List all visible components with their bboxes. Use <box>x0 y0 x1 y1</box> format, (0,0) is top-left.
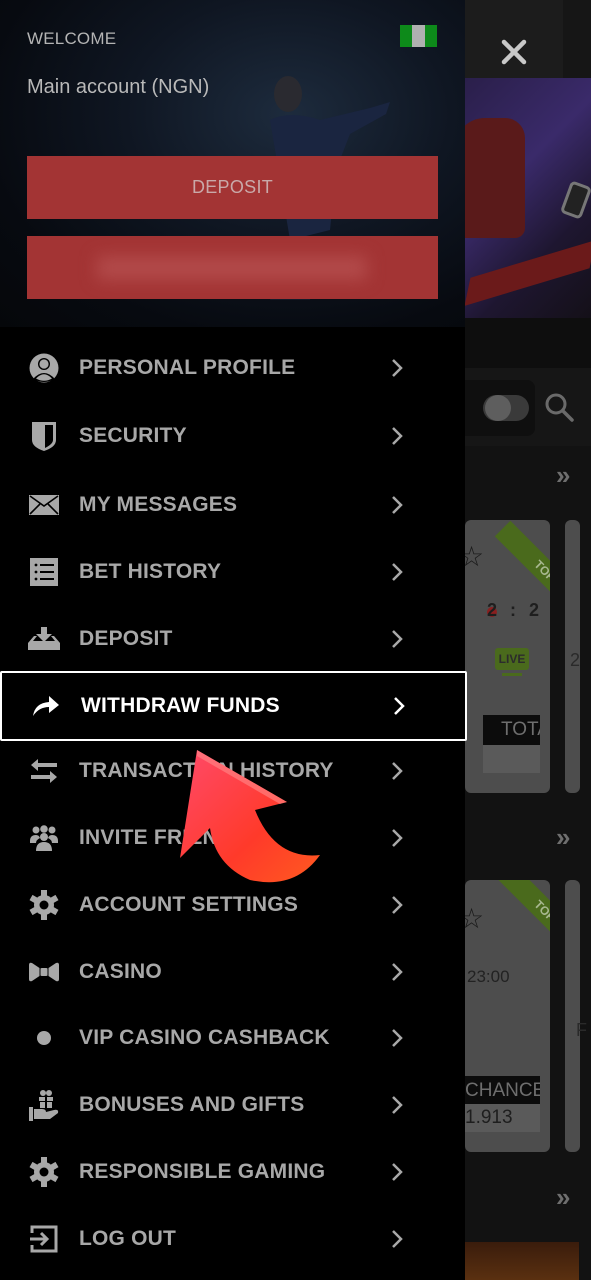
event-card-partial[interactable] <box>565 880 580 1152</box>
chevron-right-icon <box>392 762 403 780</box>
menu-item-label: LOG OUT <box>79 1227 177 1250</box>
menu-item-label: TRANSACTION HISTORY <box>79 759 334 782</box>
chevron-right-icon <box>392 359 403 377</box>
chevron-right-icon <box>392 427 403 445</box>
market-odds[interactable]: 1.913 <box>465 1104 540 1132</box>
event-time: 23:00 <box>467 967 510 986</box>
see-all-arrow-icon[interactable]: » <box>556 1184 586 1210</box>
banner-watch-image <box>559 180 591 220</box>
toggle-knob <box>485 395 511 421</box>
event-card[interactable]: TOP ☆ 2 : 2 LIVE TOTA <box>465 520 550 793</box>
chevron-right-icon <box>392 896 403 914</box>
blurred-label <box>97 256 367 280</box>
casino-game-thumbnail[interactable] <box>465 1242 579 1280</box>
menu-item-label: CASINO <box>79 960 162 983</box>
menu-item-label: RESPONSIBLE GAMING <box>79 1160 326 1183</box>
list-icon <box>27 555 61 589</box>
gear-icon <box>27 1155 61 1189</box>
chevron-right-icon <box>392 630 403 648</box>
menu-item-bet-history[interactable]: BET HISTORY <box>0 539 465 605</box>
chevron-right-icon <box>392 829 403 847</box>
group-icon <box>27 821 61 855</box>
menu-item-casino[interactable]: CASINO <box>0 939 465 1005</box>
view-toggle[interactable] <box>483 395 529 421</box>
favorite-star-icon[interactable]: ☆ <box>465 540 484 573</box>
gear-icon <box>27 888 61 922</box>
menu-item-label: SECURITY <box>79 424 187 447</box>
logout-icon <box>27 1222 61 1256</box>
menu-item-bonuses-and-gifts[interactable]: BONUSES AND GIFTS <box>0 1072 465 1138</box>
welcome-label: WELCOME <box>27 29 117 48</box>
menu-item-label: MY MESSAGES <box>79 493 238 516</box>
event-card[interactable]: TOP ☆ 23:00 CHANCE 1.913 <box>465 880 550 1152</box>
chevron-right-icon <box>392 1230 403 1248</box>
menu-item-label: PERSONAL PROFILE <box>79 356 296 379</box>
dot-icon <box>27 1021 61 1055</box>
partial-card-text: F <box>576 1020 587 1040</box>
see-all-arrow-icon[interactable]: » <box>556 824 586 850</box>
menu-item-transaction-history[interactable]: TRANSACTION HISTORY <box>0 738 465 804</box>
menu-item-withdraw-funds[interactable]: WITHDRAW FUNDS <box>0 671 467 741</box>
menu-item-account-settings[interactable]: ACCOUNT SETTINGS <box>0 872 465 938</box>
score: 2 : 2 <box>487 600 544 620</box>
account-drawer: WELCOME Main account (NGN) DEPOSIT PERSO… <box>0 0 467 1280</box>
menu-item-responsible-gaming[interactable]: RESPONSIBLE GAMING <box>0 1139 465 1205</box>
close-icon <box>501 39 527 65</box>
bow-tie-icon <box>27 955 61 989</box>
menu-item-invite-friends[interactable]: INVITE FRIENDS <box>0 805 465 871</box>
market-header: TOTA <box>483 715 540 745</box>
chevron-right-icon <box>394 697 405 715</box>
swap-arrows-icon <box>27 754 61 788</box>
chevron-right-icon <box>392 496 403 514</box>
blurred-button[interactable] <box>27 236 438 299</box>
deposit-button[interactable]: DEPOSIT <box>27 156 438 219</box>
nigeria-flag-icon[interactable] <box>400 25 437 47</box>
menu-item-label: DEPOSIT <box>79 627 173 650</box>
market-odds[interactable] <box>483 745 540 773</box>
user-icon <box>27 351 61 385</box>
share-arrow-icon <box>29 689 63 723</box>
drawer-header: WELCOME Main account (NGN) DEPOSIT <box>0 0 465 327</box>
menu-item-label: VIP CASINO CASHBACK <box>79 1026 330 1049</box>
partial-card-text: 2 <box>570 650 581 670</box>
search-button[interactable] <box>542 390 576 424</box>
account-label: Main account (NGN) <box>27 76 210 98</box>
menu-item-log-out[interactable]: LOG OUT <box>0 1206 465 1272</box>
menu-item-security[interactable]: SECURITY <box>0 403 465 469</box>
live-tv-stand <box>502 673 522 676</box>
menu-item-label: ACCOUNT SETTINGS <box>79 893 299 916</box>
favorite-star-icon[interactable]: ☆ <box>465 902 484 935</box>
banner-lightning <box>465 240 591 306</box>
menu-item-vip-casino-cashback[interactable]: VIP CASINO CASHBACK <box>0 1005 465 1071</box>
top-ribbon: TOP <box>494 880 550 962</box>
menu-item-label: BONUSES AND GIFTS <box>79 1093 305 1116</box>
search-icon <box>545 393 574 422</box>
chevron-right-icon <box>392 1029 403 1047</box>
market-header: CHANCE <box>465 1076 540 1106</box>
banner-player-image <box>465 118 525 238</box>
see-all-arrow-icon[interactable]: » <box>556 462 586 488</box>
envelope-icon <box>27 488 61 522</box>
chevron-right-icon <box>392 563 403 581</box>
menu-item-my-messages[interactable]: MY MESSAGES <box>0 472 465 538</box>
live-badge-icon: LIVE <box>495 648 529 670</box>
close-button[interactable] <box>490 28 538 76</box>
chevron-right-icon <box>392 963 403 981</box>
menu-item-deposit[interactable]: DEPOSIT <box>0 606 465 672</box>
menu-item-label: WITHDRAW FUNDS <box>81 694 280 717</box>
menu-item-label: BET HISTORY <box>79 560 222 583</box>
shield-icon <box>27 419 61 453</box>
menu-item-personal-profile[interactable]: PERSONAL PROFILE <box>0 335 465 401</box>
download-tray-icon <box>27 622 61 656</box>
chevron-right-icon <box>392 1163 403 1181</box>
chevron-right-icon <box>392 1096 403 1114</box>
divider <box>465 318 591 368</box>
gift-hand-icon <box>27 1088 61 1122</box>
menu-item-label: INVITE FRIENDS <box>79 826 248 849</box>
promo-banner[interactable] <box>465 78 591 318</box>
